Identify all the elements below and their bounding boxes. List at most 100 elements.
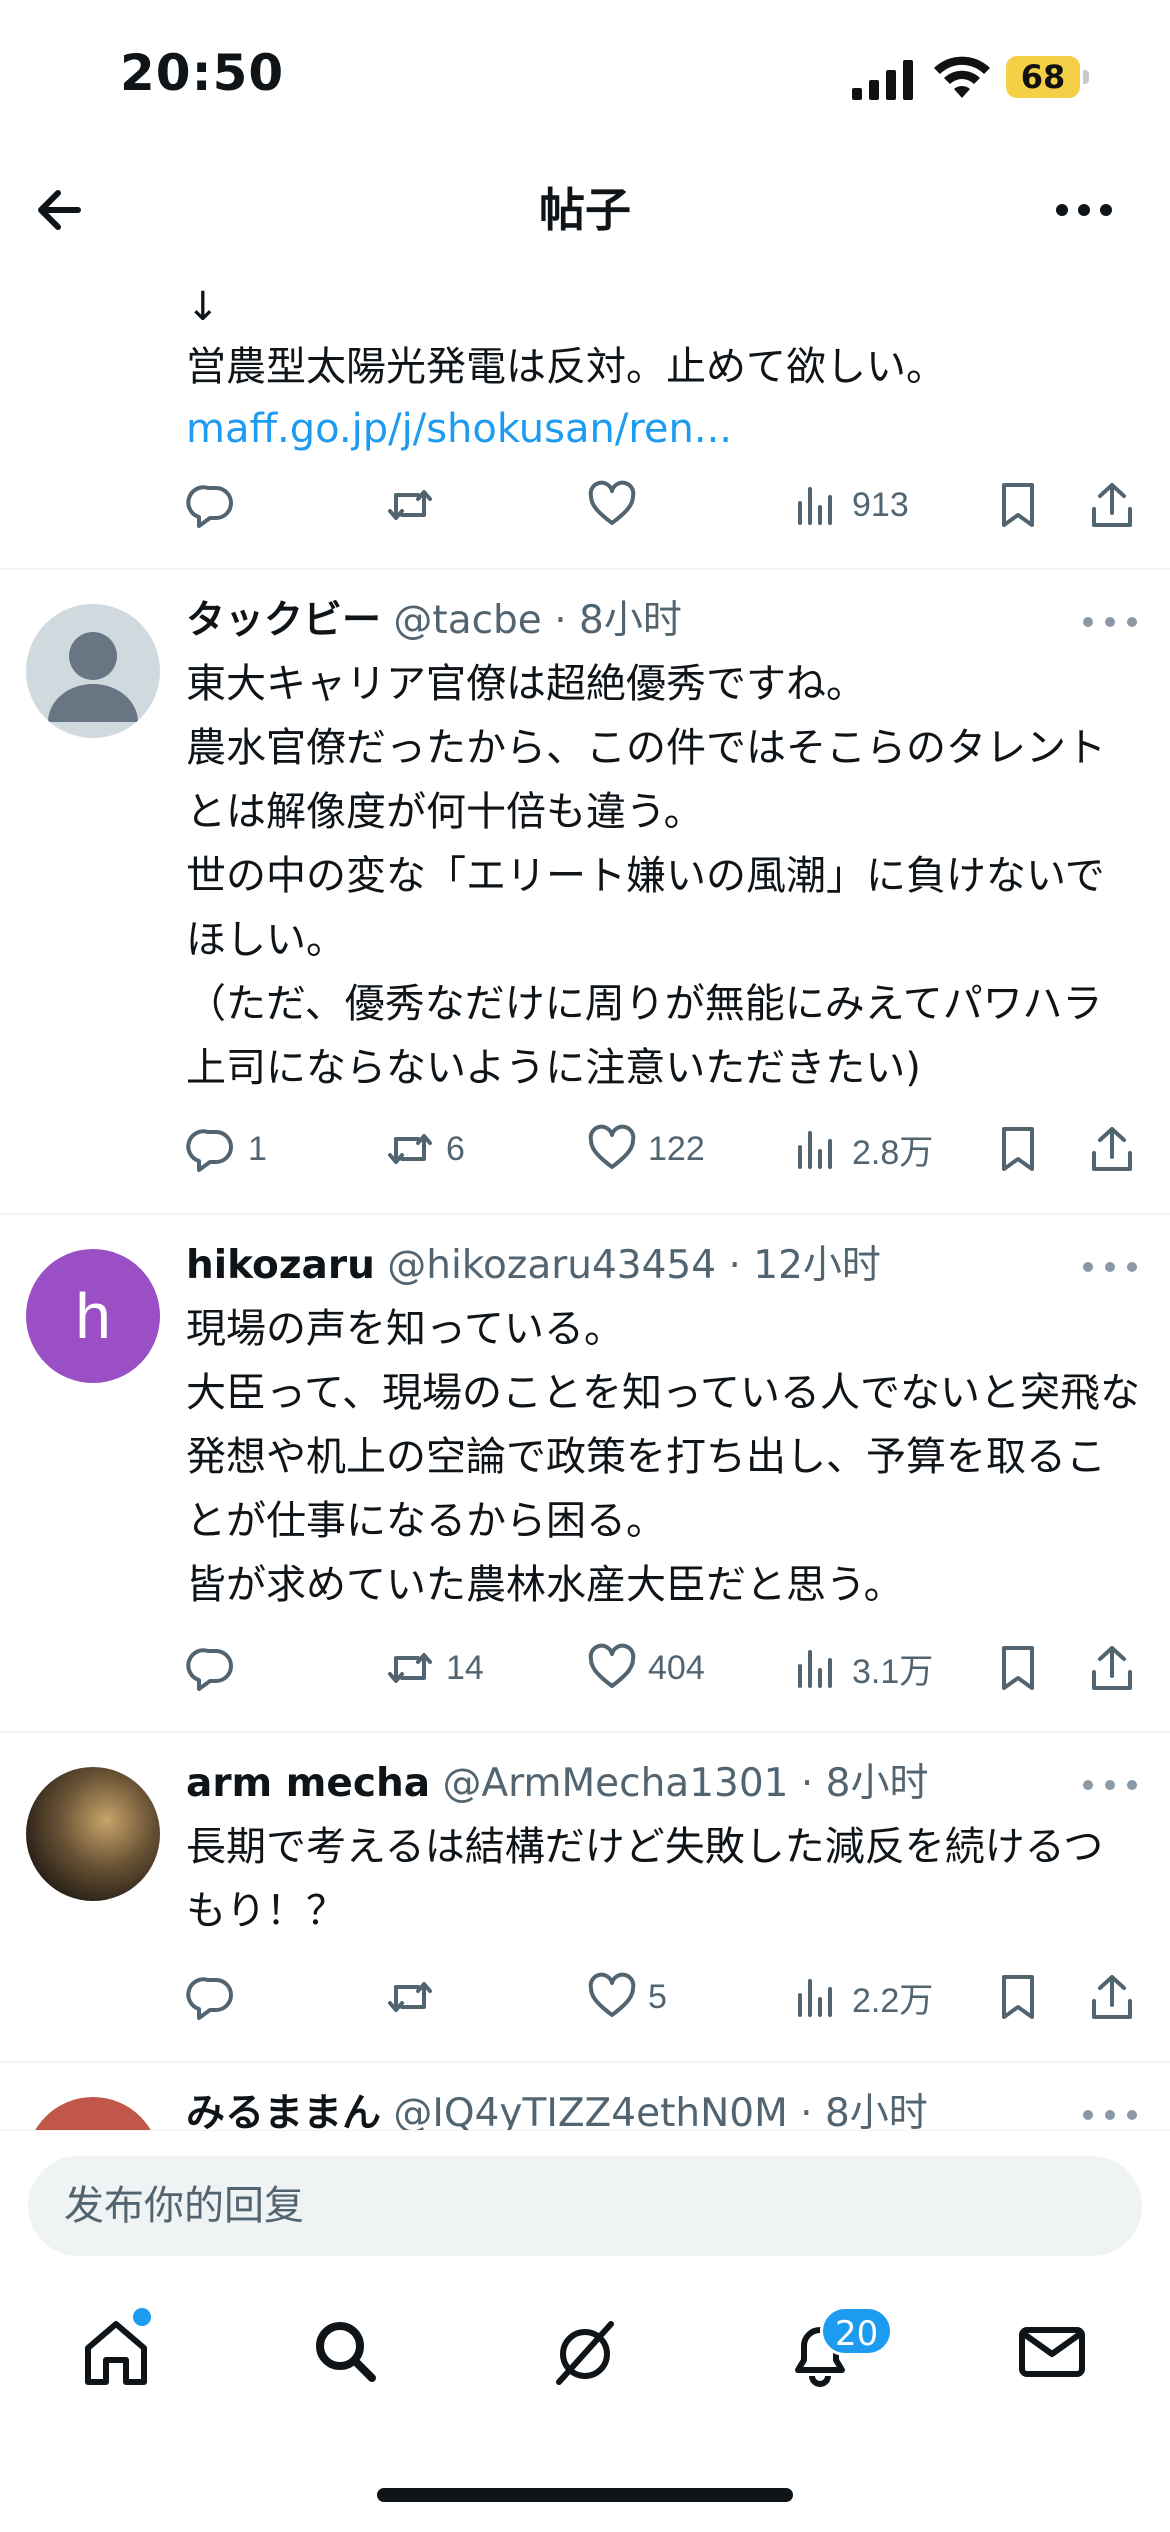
post-link[interactable]: maff.go.jp/j/shokusan/ren... — [186, 398, 732, 460]
views-button[interactable]: 3.1万 — [790, 1633, 933, 1703]
author-handle[interactable]: @IQ4yTIZZ4ethN0M — [393, 2091, 787, 2130]
views-button[interactable]: 2.8万 — [790, 1114, 933, 1184]
mail-icon — [1019, 2327, 1085, 2377]
photo-avatar[interactable] — [26, 1767, 160, 1901]
separator-dot: · — [728, 1243, 741, 1288]
tweet-header: タックビー @tacbe · 8小时 — [186, 590, 1140, 652]
like-button[interactable] — [586, 470, 638, 540]
heart-icon — [588, 1972, 636, 2017]
share-button[interactable] — [1086, 1962, 1138, 2032]
retweet-count: 14 — [446, 1648, 484, 1687]
heart-icon — [588, 1124, 636, 1169]
more-options-icon[interactable] — [1052, 186, 1116, 234]
reply-tweet[interactable]: みるままん @IQ4yTIZZ4ethN0M · 8小时 — [0, 2063, 1170, 2130]
heart-icon — [588, 480, 636, 525]
header: 帖子 — [0, 150, 1170, 270]
retweet-count: 6 — [446, 1129, 465, 1168]
like-button[interactable]: 5 — [586, 1962, 667, 2032]
share-button[interactable] — [1086, 1114, 1138, 1184]
author-name[interactable]: みるままん — [186, 2091, 381, 2130]
more-options-icon[interactable] — [1080, 2105, 1140, 2125]
tab-bar: 20 — [0, 2290, 1170, 2440]
bookmark-icon — [1002, 483, 1034, 527]
separator-dot: · — [800, 2091, 813, 2130]
battery-level: 68 — [1020, 58, 1066, 96]
tweet-header: hikozaru @hikozaru43454 · 12小时 — [186, 1235, 1140, 1297]
tweet-text: 東大キャリア官僚は超絶優秀ですね。 農水官僚だったから、この件ではそこらのタレン… — [186, 661, 1106, 1091]
tweet-header: arm mecha @ArmMecha1301 · 8小时 — [186, 1753, 1140, 1815]
bookmark-button[interactable] — [992, 470, 1044, 540]
tab-search[interactable] — [306, 2312, 386, 2392]
reply-tweet[interactable]: h hikozaru @hikozaru43454 · 12小时 現場の声を知っ… — [0, 1215, 1170, 1733]
reply-icon — [186, 485, 233, 528]
views-count: 3.1万 — [852, 1652, 934, 1691]
cellular-signal-icon — [852, 60, 913, 100]
avatar-letter: h — [75, 1280, 111, 1352]
bookmark-button[interactable] — [992, 1633, 1044, 1703]
retweet-button[interactable]: 6 — [384, 1114, 465, 1184]
bookmark-icon — [1002, 1646, 1034, 1690]
more-options-icon[interactable] — [1080, 612, 1140, 632]
reply-tweet[interactable]: arm mecha @ArmMecha1301 · 8小时 長期で考えるは結構だ… — [0, 1733, 1170, 2063]
reply-count: 1 — [248, 1129, 267, 1168]
main-post-partial: ↓ 営農型太陽光発電は反対。止めて欲しい。 maff.go.jp/j/shoku… — [0, 270, 1170, 570]
home-indicator — [377, 2488, 793, 2502]
grok-icon — [556, 2321, 614, 2385]
bookmark-button[interactable] — [992, 1962, 1044, 2032]
reply-button[interactable] — [186, 470, 238, 540]
tweet-body: hikozaru @hikozaru43454 · 12小时 現場の声を知ってい… — [186, 1235, 1140, 1617]
author-handle[interactable]: @ArmMecha1301 — [442, 1761, 788, 1806]
share-button[interactable] — [1086, 470, 1138, 540]
bookmark-button[interactable] — [992, 1114, 1044, 1184]
reply-icon — [186, 1977, 233, 2020]
tweet-body: みるままん @IQ4yTIZZ4ethN0M · 8小时 — [186, 2083, 1140, 2130]
post-text-arrow: ↓ — [186, 284, 220, 330]
reply-input[interactable]: 发布你的回复 — [28, 2156, 1142, 2256]
share-icon — [1092, 1975, 1132, 2019]
tab-grok[interactable] — [545, 2312, 625, 2392]
letter-avatar[interactable]: h — [26, 1249, 160, 1383]
reply-button[interactable] — [186, 1962, 238, 2032]
more-options-icon[interactable] — [1080, 1775, 1140, 1795]
author-handle[interactable]: @tacbe — [393, 598, 541, 643]
share-button[interactable] — [1086, 1633, 1138, 1703]
avatar[interactable] — [26, 2097, 160, 2130]
like-button[interactable]: 404 — [586, 1633, 705, 1703]
views-button[interactable]: 913 — [790, 470, 909, 540]
reply-tweet[interactable]: タックビー @tacbe · 8小时 東大キャリア官僚は超絶優秀ですね。 農水官… — [0, 570, 1170, 1215]
reply-placeholder: 发布你的回复 — [64, 2183, 304, 2229]
post-actions: 913 — [186, 470, 1146, 540]
tweet-time: 12小时 — [753, 1243, 881, 1288]
wifi-icon — [934, 56, 990, 98]
tweet-actions: 5 2.2万 — [186, 1962, 1146, 2032]
tweet-actions: 1 6 122 2.8万 — [186, 1114, 1146, 1184]
tweet-actions: 14 404 3.1万 — [186, 1633, 1146, 1703]
author-name[interactable]: arm mecha — [186, 1761, 430, 1806]
battery-icon: 68 — [1006, 56, 1089, 98]
author-name[interactable]: タックビー — [186, 598, 381, 643]
reply-icon — [186, 1129, 233, 1172]
author-handle[interactable]: @hikozaru43454 — [387, 1243, 716, 1288]
retweet-button[interactable] — [384, 470, 436, 540]
views-chart-icon — [798, 487, 832, 525]
author-name[interactable]: hikozaru — [186, 1243, 375, 1288]
more-options-icon[interactable] — [1080, 1257, 1140, 1277]
retweet-button[interactable] — [384, 1962, 436, 2032]
like-button[interactable]: 122 — [586, 1114, 705, 1184]
tab-messages[interactable] — [1012, 2312, 1092, 2392]
new-content-dot — [133, 2308, 151, 2326]
tweet-text: 現場の声を知っている。 大臣って、現場のことを知っている人でないと突飛な発想や机… — [186, 1306, 1140, 1608]
post-text: 営農型太陽光発電は反対。止めて欲しい。 — [186, 344, 946, 390]
views-button[interactable]: 2.2万 — [790, 1962, 933, 2032]
tweet-text: 長期で考えるは結構だけど失敗した減反を続けるつもり！？ — [186, 1824, 1104, 1934]
default-avatar-icon[interactable] — [26, 604, 160, 738]
tweet-time: 8小时 — [824, 2091, 928, 2130]
thread-content: ↓ 営農型太陽光発電は反対。止めて欲しい。 maff.go.jp/j/shoku… — [0, 270, 1170, 2130]
retweet-icon — [388, 1982, 432, 2012]
retweet-button[interactable]: 14 — [384, 1633, 484, 1703]
reply-button[interactable] — [186, 1633, 238, 1703]
reply-button[interactable]: 1 — [186, 1114, 267, 1184]
views-chart-icon — [798, 1979, 832, 2017]
views-chart-icon — [798, 1650, 832, 1688]
like-count: 5 — [648, 1977, 667, 2016]
